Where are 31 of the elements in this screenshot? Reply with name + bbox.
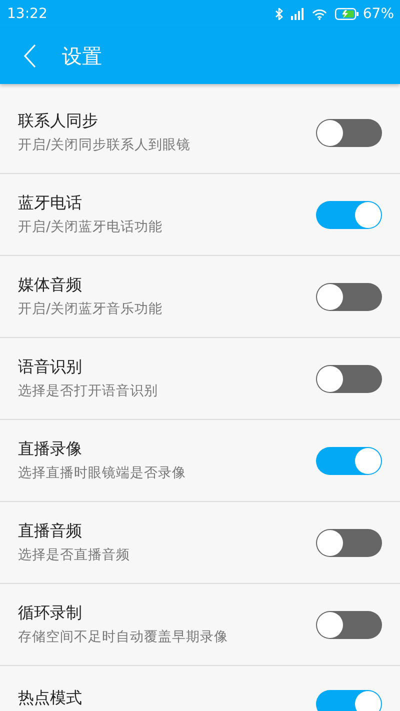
battery-icon: [334, 8, 359, 20]
bluetooth-icon: [274, 8, 283, 20]
setting-title: 循环录制: [18, 602, 83, 624]
toggle-switch[interactable]: [316, 610, 382, 638]
setting-description: 开启/关闭蓝牙音乐功能: [18, 300, 163, 318]
setting-description: 选择是否打开语音识别: [18, 382, 158, 400]
setting-title: 蓝牙电话: [18, 192, 83, 214]
status-time: 13:22: [7, 4, 48, 24]
setting-title: 媒体音频: [18, 274, 83, 296]
toggle-switch[interactable]: [316, 118, 382, 146]
setting-description: 选择是否直播音频: [18, 546, 130, 564]
toggle-switch[interactable]: [316, 200, 382, 228]
setting-description: 选择直播时眼镜端是否录像: [18, 464, 186, 482]
setting-description: 开启/关闭同步联系人到眼镜: [18, 136, 191, 154]
back-icon[interactable]: [24, 44, 36, 68]
setting-title: 热点模式: [18, 688, 82, 709]
wifi-icon: [312, 8, 327, 20]
battery-percent: 67%: [362, 4, 394, 24]
toggle-switch[interactable]: [316, 282, 382, 310]
page-title: 设置: [62, 43, 102, 70]
setting-title: 直播录像: [18, 438, 83, 460]
toggle-switch[interactable]: [316, 364, 382, 392]
toggle-switch[interactable]: [316, 446, 382, 474]
toggle-switch[interactable]: [316, 690, 382, 711]
setting-title: 联系人同步: [18, 110, 99, 132]
setting-description: 存储空间不足时自动覆盖早期录像: [18, 628, 228, 646]
setting-description: 开启/关闭蓝牙电话功能: [18, 218, 163, 236]
setting-title: 语音识别: [18, 356, 83, 378]
setting-title: 直播音频: [18, 520, 83, 542]
toggle-switch[interactable]: [316, 528, 382, 556]
signal-icon: [290, 8, 304, 20]
